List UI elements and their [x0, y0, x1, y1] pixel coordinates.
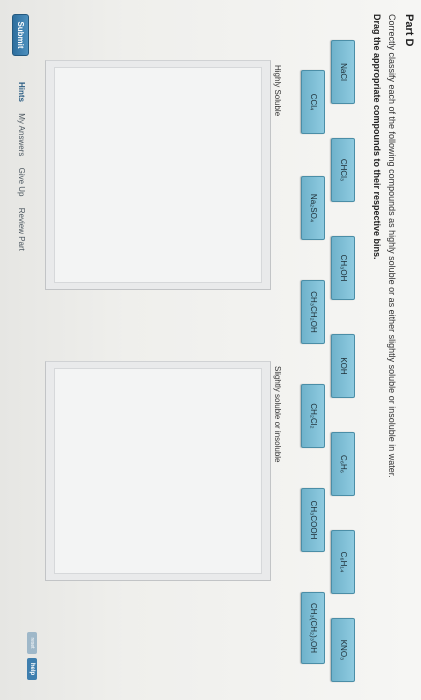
review-part-link[interactable]: Review Part — [17, 208, 26, 251]
compound-chip-c6h14[interactable]: C₆H₁₄ — [331, 530, 355, 594]
insoluble-drop-zone[interactable] — [54, 368, 262, 574]
compound-chip-ch3oh[interactable]: CH₃OH — [331, 236, 355, 300]
compound-chip-chcl3[interactable]: CHCl₃ — [331, 138, 355, 202]
footer-links: Hints My Answers Give Up Review Part — [17, 82, 26, 260]
part-title: Part D — [403, 14, 415, 47]
insoluble-label: Slightly soluble or insoluble — [273, 366, 282, 463]
insoluble-bin[interactable]: Slightly soluble or insoluble — [45, 361, 282, 581]
compound-chip-ccl4[interactable]: CCl₄ — [301, 70, 325, 134]
my-answers-link[interactable]: My Answers — [17, 113, 26, 156]
give-up-link[interactable]: Give Up — [17, 168, 26, 197]
compound-chip-koh[interactable]: KOH — [331, 334, 355, 398]
question-header: Part D Correctly classify each of the fo… — [372, 14, 415, 686]
submit-button[interactable]: Submit — [12, 14, 29, 56]
compound-chip-kno3[interactable]: KNO₃ — [331, 618, 355, 682]
drag-instruction: Drag the appropriate compounds to their … — [372, 14, 382, 260]
quiz-panel: Part D Correctly classify each of the fo… — [0, 0, 421, 700]
compound-chip-ch2cl2[interactable]: CH₂Cl₂ — [301, 384, 325, 448]
compound-chip-ch3cooh[interactable]: CH₃COOH — [301, 488, 325, 552]
highly-soluble-label: Highly Soluble — [273, 65, 282, 117]
footer-bar: Submit Hints My Answers Give Up Review P… — [11, 14, 29, 694]
highly-soluble-bin[interactable]: Highly Soluble — [45, 60, 282, 290]
hints-link[interactable]: Hints — [17, 82, 26, 102]
chip-row-2: CCl₄ Na₂SO₄ CH₃CH₂OH CH₂Cl₂ CH₃COOH CH₃(… — [295, 40, 325, 680]
compound-chip-na2so4[interactable]: Na₂SO₄ — [301, 176, 325, 240]
compound-chip-nacl[interactable]: NaCl — [331, 40, 355, 104]
chip-row-1: NaCl CHCl₃ CH₃OH KOH C₆H₆ C₆H₁₄ KNO₃ — [325, 40, 355, 682]
compound-chip-c6h6[interactable]: C₆H₆ — [331, 432, 355, 496]
question-instructions: Correctly classify each of the following… — [387, 14, 397, 478]
compound-chip-butanol[interactable]: CH₃(CH₂)₃OH — [301, 592, 325, 664]
compound-chips: NaCl CHCl₃ CH₃OH KOH C₆H₆ C₆H₁₄ KNO₃ CCl… — [295, 40, 355, 682]
highly-soluble-drop-zone[interactable] — [54, 67, 262, 283]
compound-chip-ch3ch2oh[interactable]: CH₃CH₂OH — [301, 280, 325, 344]
